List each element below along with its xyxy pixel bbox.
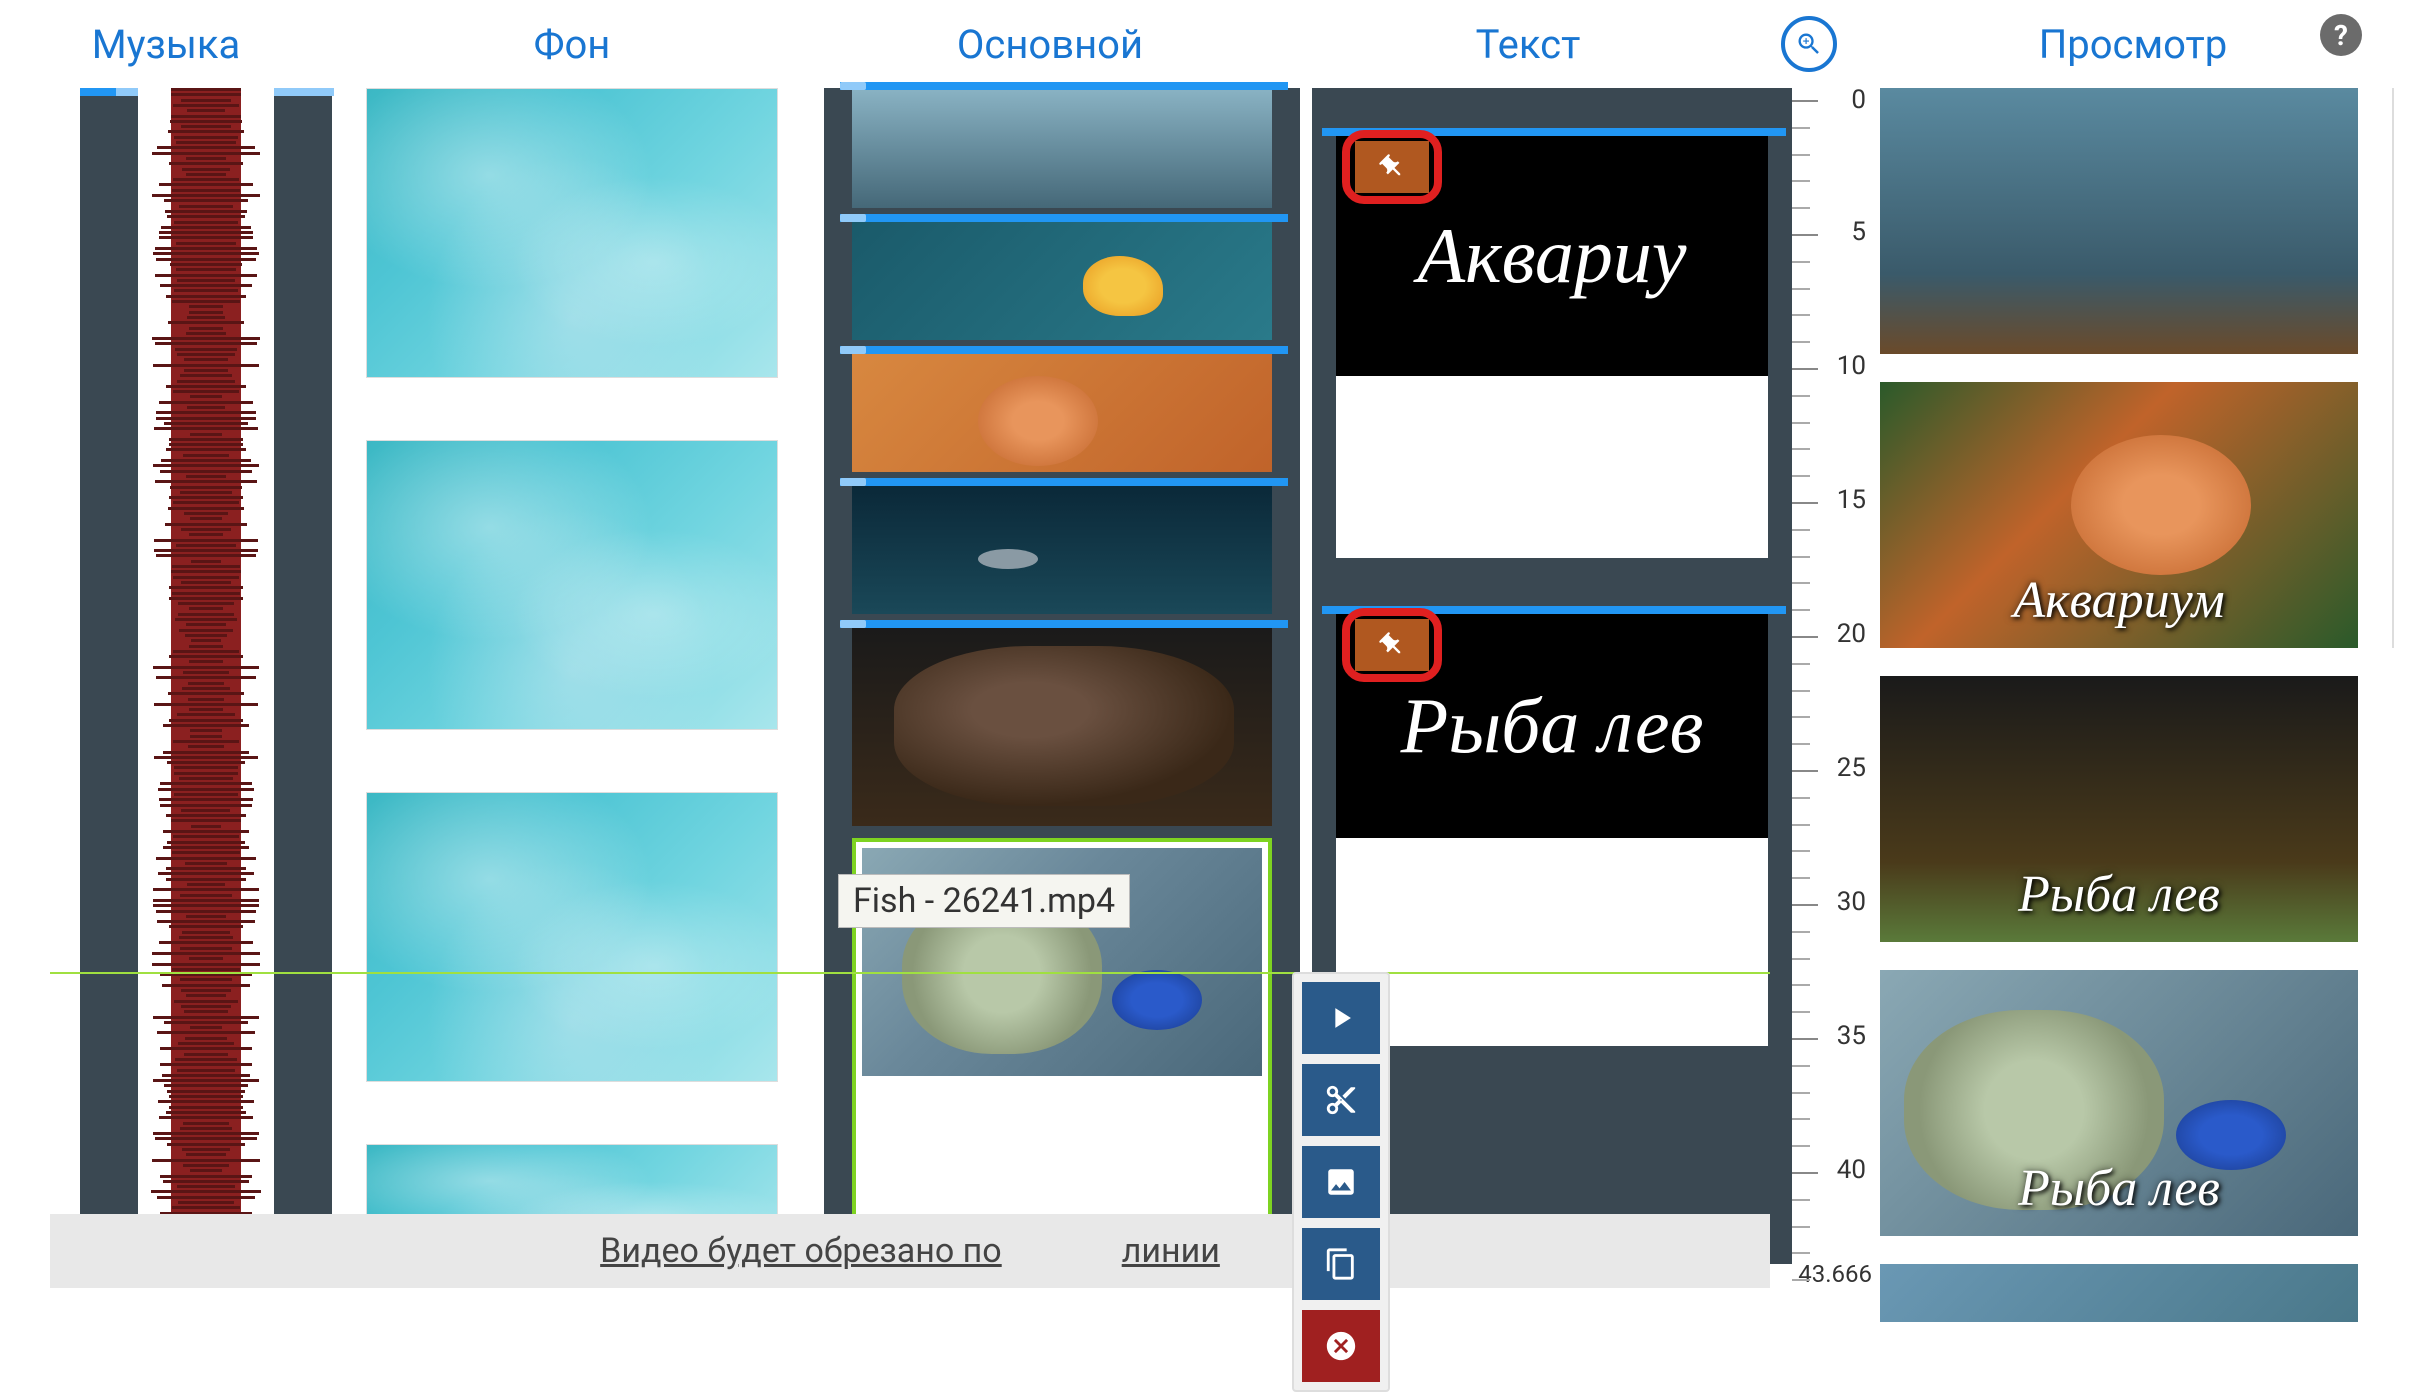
clip-tooltip: Fish - 26241.mp4	[838, 874, 1130, 928]
preview-thumbnail[interactable]: Рыба лев	[1880, 676, 2358, 942]
zoom-in-button[interactable]	[1781, 16, 1837, 72]
pin-badge-highlight[interactable]	[1342, 608, 1442, 682]
image-button[interactable]	[1302, 1146, 1380, 1218]
zoom-in-icon	[1795, 30, 1823, 58]
playhead-line[interactable]	[50, 972, 1770, 974]
preview-thumbnail[interactable]	[1880, 88, 2358, 354]
clip-topbar[interactable]	[840, 620, 1288, 628]
clip-handle[interactable]	[840, 478, 866, 486]
header-music[interactable]: Музыка	[0, 21, 332, 68]
clip-thumbnail-content	[978, 549, 1038, 569]
crop-notice-text-left: Видео будет обрезано по	[600, 1231, 1002, 1271]
video-clip[interactable]	[852, 220, 1272, 340]
scissors-icon	[1324, 1083, 1358, 1117]
help-button[interactable]: ?	[2320, 14, 2362, 56]
video-clip[interactable]	[852, 88, 1272, 208]
crop-notice-bar[interactable]: Видео будет обрезано по линии	[50, 1214, 1770, 1288]
preview-thumbnail[interactable]	[1880, 1264, 2358, 1322]
background-clip[interactable]	[366, 88, 778, 378]
play-button[interactable]	[1302, 982, 1380, 1054]
audio-waveform[interactable]	[138, 88, 274, 1264]
preview-thumbnail[interactable]: Аквариум	[1880, 382, 2358, 648]
image-icon	[1324, 1165, 1358, 1199]
clip-topbar[interactable]	[840, 478, 1288, 486]
help-icon: ?	[2334, 19, 2348, 52]
header-main[interactable]: Основной	[812, 21, 1288, 68]
background-clip[interactable]	[366, 440, 778, 730]
clip-topbar[interactable]	[840, 214, 1288, 222]
preview-column: Аквариум Рыба лев Рыба лев	[1808, 88, 2374, 1288]
play-icon	[1324, 1001, 1358, 1035]
clip-thumbnail-content	[1083, 256, 1163, 316]
clip-thumbnail-content	[1112, 970, 1202, 1030]
header-background[interactable]: Фон	[332, 21, 812, 68]
timeline-area: Fish - 26241.mp4 Аквариу	[0, 88, 2416, 1288]
header-zoom	[1768, 16, 1850, 72]
main-video-track: Fish - 26241.mp4	[824, 88, 1300, 1264]
preview-caption: Рыба лев	[1880, 1159, 2358, 1218]
clip-handle[interactable]	[840, 620, 866, 628]
pin-icon	[1378, 631, 1406, 659]
video-clip[interactable]	[852, 484, 1272, 614]
clip-topbar[interactable]	[840, 346, 1288, 354]
preview-thumbnail[interactable]: Рыба лев	[1880, 970, 2358, 1236]
background-clip[interactable]	[366, 792, 778, 1082]
clip-action-toolbar	[1292, 972, 1390, 1392]
delete-button[interactable]	[1302, 1310, 1380, 1382]
clip-handle[interactable]	[840, 214, 866, 222]
clip-topbar[interactable]	[840, 82, 1288, 90]
text-clip[interactable]: Аквариу	[1336, 136, 1768, 558]
pin-badge-highlight[interactable]	[1342, 130, 1442, 204]
preview-caption: Аквариум	[1880, 571, 2358, 630]
crop-notice-text-right: линии	[1122, 1231, 1220, 1271]
scrollbar[interactable]	[2392, 88, 2416, 648]
video-editor-app: ? Музыка Фон Основной Текст Просмотр	[0, 0, 2416, 1360]
header-text[interactable]: Текст	[1288, 21, 1768, 68]
clip-handle[interactable]	[840, 346, 866, 354]
text-clip[interactable]: Рыба лев	[1336, 614, 1768, 1046]
delete-icon	[1324, 1329, 1358, 1363]
track-headers: Музыка Фон Основной Текст Просмотр	[0, 0, 2416, 88]
clip-thumbnail-content	[894, 646, 1234, 806]
copy-icon	[1324, 1247, 1358, 1281]
copy-button[interactable]	[1302, 1228, 1380, 1300]
clip-thumbnail-content	[978, 376, 1098, 466]
background-track	[332, 88, 812, 1264]
cut-button[interactable]	[1302, 1064, 1380, 1136]
preview-caption: Рыба лев	[1880, 865, 2358, 924]
video-clip[interactable]	[852, 626, 1272, 826]
music-track[interactable]	[80, 88, 332, 1264]
pin-icon	[1378, 153, 1406, 181]
video-clip[interactable]	[852, 352, 1272, 472]
thumbnail-content	[2071, 435, 2251, 575]
clip-handle[interactable]	[840, 82, 866, 90]
